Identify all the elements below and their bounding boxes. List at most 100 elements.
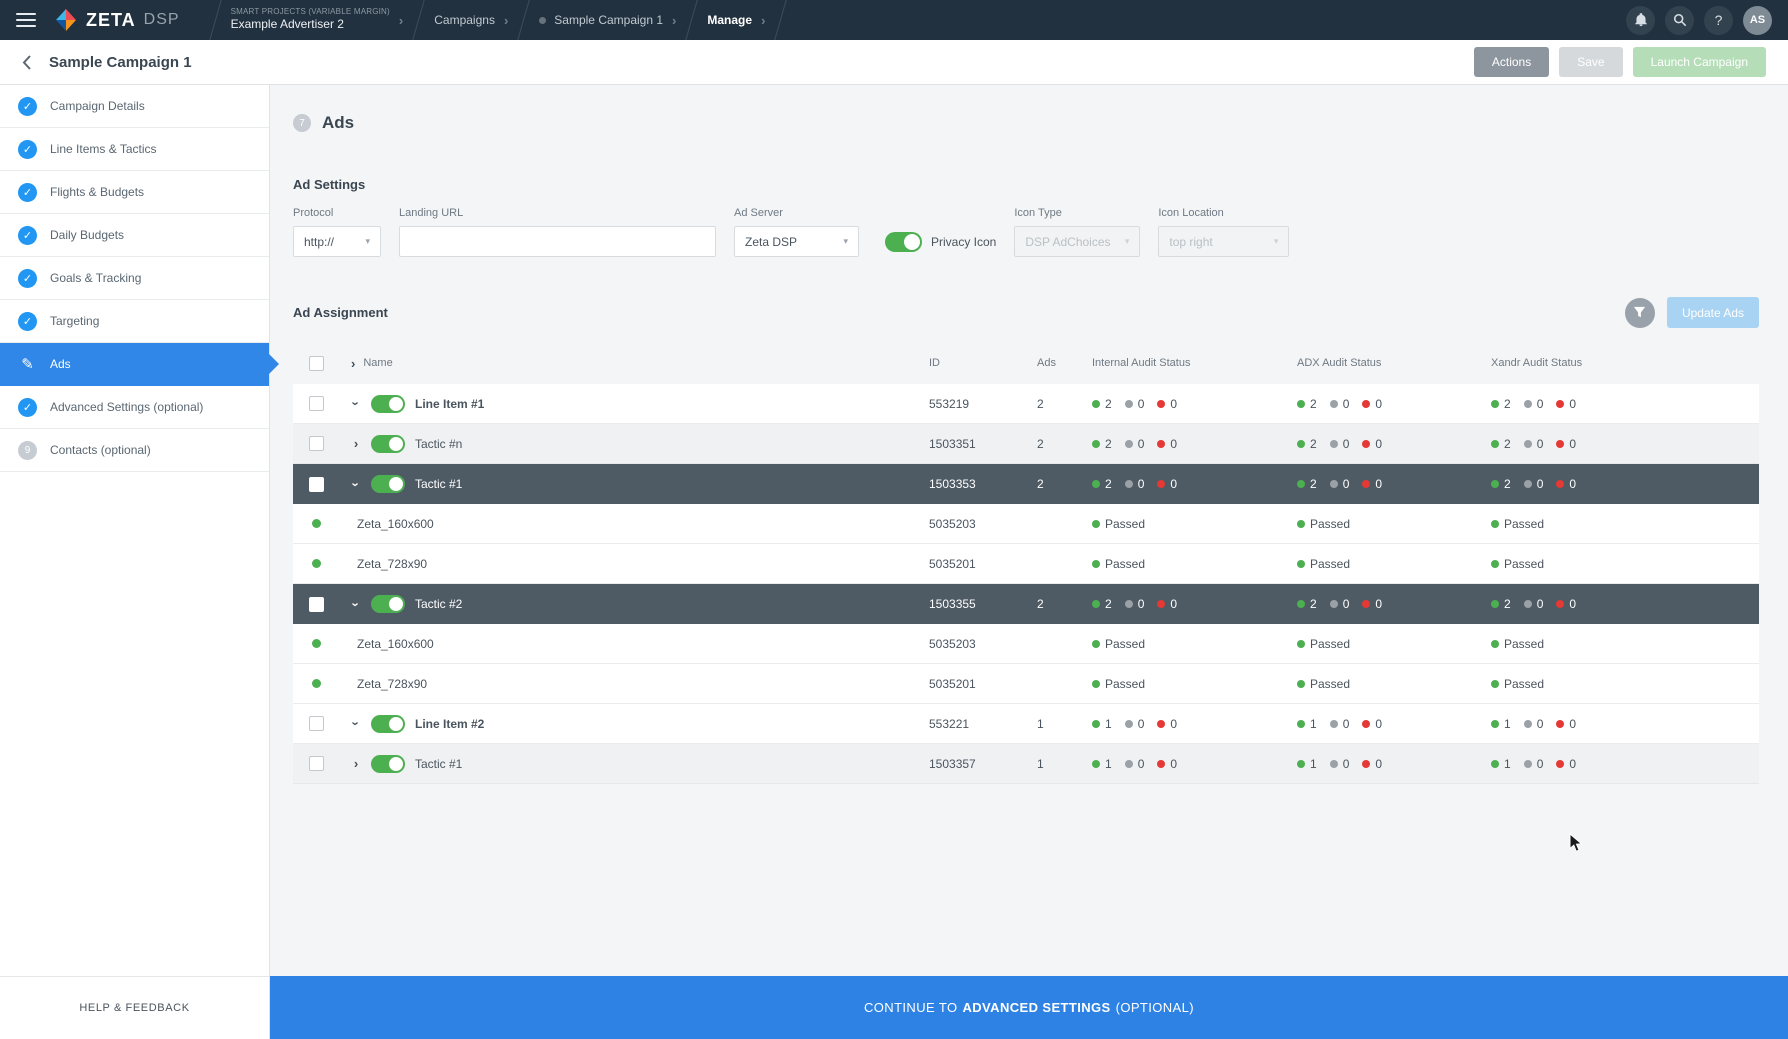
sidebar-item-flights-budgets[interactable]: ✓Flights & Budgets	[0, 171, 269, 214]
privacy-icon-toggle[interactable]	[885, 232, 922, 252]
back-button[interactable]	[22, 55, 31, 70]
status-dot	[1297, 520, 1305, 528]
sidebar-item-line-items-tactics[interactable]: ✓Line Items & Tactics	[0, 128, 269, 171]
audit-count: 1	[1504, 757, 1511, 771]
tactic-row[interactable]: ›Tactic #n15033512200200200	[293, 424, 1759, 464]
tactic-row[interactable]: ›Tactic #215033552200200200	[293, 584, 1759, 624]
protocol-value: http://	[304, 235, 334, 249]
column-header-name[interactable]: Name	[363, 357, 392, 369]
status-dot	[1125, 400, 1133, 408]
column-header-xandr-audit[interactable]: Xandr Audit Status	[1491, 357, 1759, 369]
sidebar-item-daily-budgets[interactable]: ✓Daily Budgets	[0, 214, 269, 257]
breadcrumb-manage[interactable]: Manage	[707, 13, 752, 27]
chevron-down-icon[interactable]: ›	[349, 719, 364, 729]
row-checkbox[interactable]	[309, 477, 324, 492]
status-dot	[1491, 480, 1499, 488]
tactic-row[interactable]: ›Tactic #115033571100100100	[293, 744, 1759, 784]
audit-count: 2	[1504, 477, 1511, 491]
sidebar-item-advanced-settings-optional[interactable]: ✓Advanced Settings (optional)	[0, 386, 269, 429]
ad-server-select[interactable]: Zeta DSP ▾	[734, 226, 859, 257]
status-dot	[1556, 480, 1564, 488]
audit-status-cell: 100	[1297, 717, 1491, 731]
breadcrumb-campaign[interactable]: Sample Campaign 1	[539, 13, 663, 27]
audit-pair: 0	[1556, 477, 1576, 491]
column-header-adx-audit[interactable]: ADX Audit Status	[1297, 357, 1491, 369]
ad-assignment-label: Ad Assignment	[293, 305, 388, 320]
row-select-cell	[293, 436, 339, 451]
ad-row[interactable]: Zeta_728x905035201PassedPassedPassed	[293, 544, 1759, 584]
protocol-field: Protocol http:// ▾	[293, 207, 381, 257]
row-enabled-toggle[interactable]	[371, 595, 405, 613]
user-avatar[interactable]: AS	[1743, 6, 1772, 35]
ad-row[interactable]: Zeta_160x6005035203PassedPassedPassed	[293, 624, 1759, 664]
sidebar-item-campaign-details[interactable]: ✓Campaign Details	[0, 85, 269, 128]
save-button[interactable]: Save	[1559, 47, 1622, 77]
filter-button[interactable]	[1625, 298, 1655, 328]
sidebar-item-goals-tracking[interactable]: ✓Goals & Tracking	[0, 257, 269, 300]
notifications-button[interactable]	[1626, 6, 1655, 35]
audit-pair: 0	[1157, 437, 1177, 451]
continue-to-advanced-settings-button[interactable]: CONTINUE TO ADVANCED SETTINGS (OPTIONAL)	[270, 976, 1788, 1039]
row-select-cell	[293, 716, 339, 731]
row-enabled-toggle[interactable]	[371, 435, 405, 453]
sidebar-item-contacts-optional[interactable]: 9Contacts (optional)	[0, 429, 269, 472]
row-checkbox[interactable]	[309, 396, 324, 411]
audit-count: 0	[1537, 757, 1544, 771]
ad-settings-form: Protocol http:// ▾ Landing URL Ad Server	[293, 207, 1759, 257]
row-enabled-toggle[interactable]	[371, 715, 405, 733]
menu-icon[interactable]	[16, 13, 36, 27]
chevron-right-icon[interactable]: ›	[351, 756, 361, 771]
launch-campaign-button[interactable]: Launch Campaign	[1633, 47, 1766, 77]
row-enabled-toggle[interactable]	[371, 755, 405, 773]
audit-count: 1	[1105, 717, 1112, 731]
row-enabled-toggle[interactable]	[371, 395, 405, 413]
audit-count: 2	[1504, 437, 1511, 451]
chevron-down-icon[interactable]: ›	[349, 599, 364, 609]
row-checkbox[interactable]	[309, 597, 324, 612]
name-cell: Zeta_160x600	[339, 637, 929, 651]
line-item-row[interactable]: ›Line Item #25532211100100100	[293, 704, 1759, 744]
name-cell: ›Line Item #2	[339, 715, 929, 733]
status-dot	[1125, 600, 1133, 608]
ad-assignment-section: Ad Assignment Update Ads ›	[293, 297, 1759, 784]
row-ads-count: 2	[1037, 397, 1092, 411]
filter-funnel-icon	[1633, 306, 1646, 319]
help-button[interactable]: ?	[1704, 6, 1733, 35]
row-checkbox[interactable]	[309, 436, 324, 451]
brand-logo[interactable]: ZETA DSP	[54, 8, 180, 32]
ad-row[interactable]: Zeta_160x6005035203PassedPassedPassed	[293, 504, 1759, 544]
chevron-down-icon[interactable]: ›	[349, 399, 364, 409]
breadcrumb-advertiser[interactable]: SMART PROJECTS (VARIABLE MARGIN) Example…	[231, 7, 390, 33]
ads-section-title: Ads	[322, 113, 354, 133]
chevron-down-icon: ▾	[1274, 236, 1279, 247]
row-enabled-toggle[interactable]	[371, 475, 405, 493]
search-button[interactable]	[1665, 6, 1694, 35]
audit-count: 0	[1138, 397, 1145, 411]
breadcrumb-campaigns[interactable]: Campaigns	[434, 13, 495, 27]
row-ads-count: 1	[1037, 757, 1092, 771]
chevron-right-icon[interactable]: ›	[351, 436, 361, 451]
protocol-select[interactable]: http:// ▾	[293, 226, 381, 257]
select-all-checkbox[interactable]	[309, 356, 324, 371]
column-header-id[interactable]: ID	[929, 357, 1037, 369]
sidebar-item-targeting[interactable]: ✓Targeting	[0, 300, 269, 343]
status-dot	[1362, 440, 1370, 448]
row-checkbox[interactable]	[309, 716, 324, 731]
column-header-internal-audit[interactable]: Internal Audit Status	[1092, 357, 1297, 369]
actions-button[interactable]: Actions	[1474, 47, 1549, 77]
row-checkbox[interactable]	[309, 756, 324, 771]
status-dot	[1330, 600, 1338, 608]
column-header-ads[interactable]: Ads	[1037, 357, 1092, 369]
chevron-down-icon[interactable]: ›	[349, 479, 364, 489]
sidebar-item-ads[interactable]: ✎Ads	[0, 343, 269, 386]
audit-status-cell: 200	[1092, 597, 1297, 611]
ad-row[interactable]: Zeta_728x905035201PassedPassedPassed	[293, 664, 1759, 704]
line-item-row[interactable]: ›Line Item #15532192200200200	[293, 384, 1759, 424]
help-feedback-link[interactable]: HELP & FEEDBACK	[0, 976, 269, 1039]
update-ads-button[interactable]: Update Ads	[1667, 297, 1759, 328]
status-dot	[1157, 480, 1165, 488]
landing-url-input[interactable]	[399, 226, 716, 257]
tactic-row[interactable]: ›Tactic #115033532200200200	[293, 464, 1759, 504]
status-dot	[1556, 720, 1564, 728]
chevron-right-icon[interactable]: ›	[351, 356, 355, 371]
